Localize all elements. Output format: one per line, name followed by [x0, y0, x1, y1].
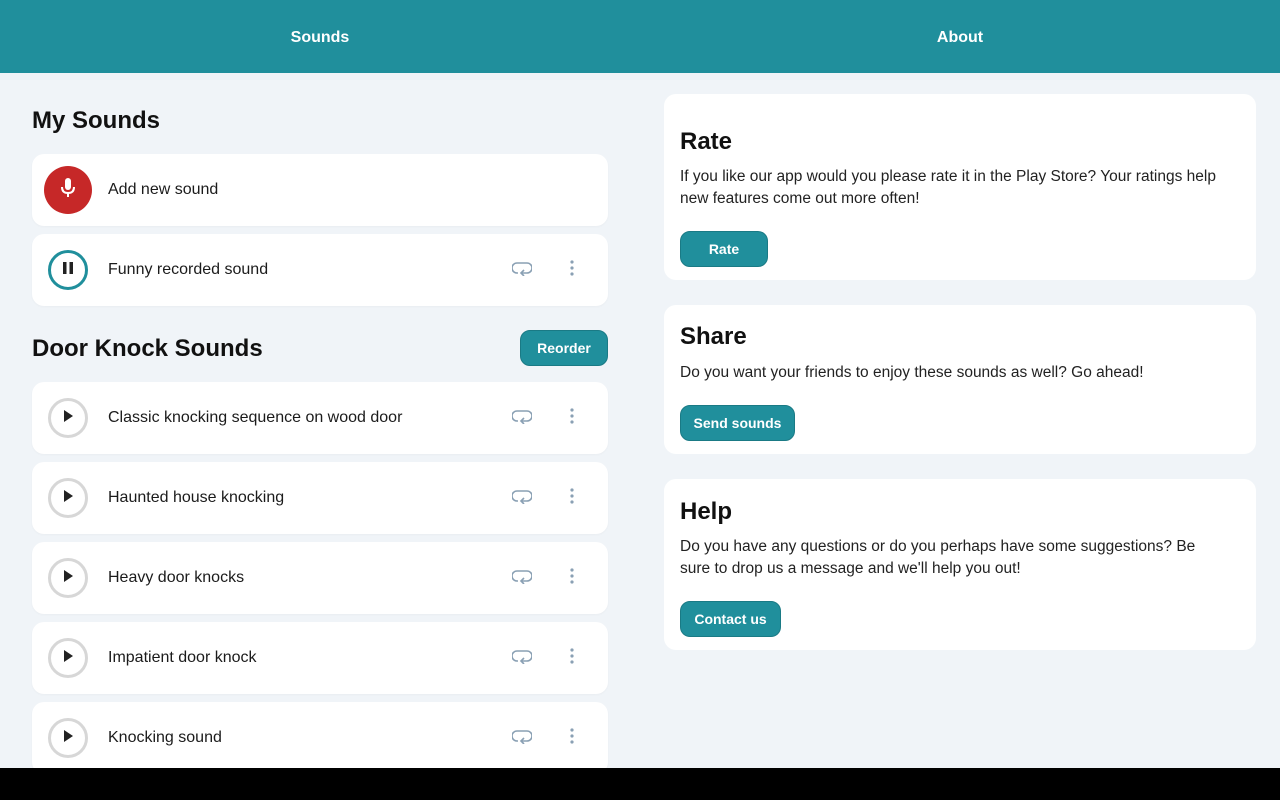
pause-icon: [61, 261, 75, 280]
loop-button[interactable]: [510, 566, 534, 590]
more-options-button[interactable]: [560, 486, 584, 510]
reorder-button[interactable]: Reorder: [520, 330, 608, 366]
loop-icon: [511, 408, 533, 429]
more-vertical-icon: [570, 259, 574, 281]
rate-button[interactable]: Rate: [680, 231, 768, 267]
more-options-button[interactable]: [560, 726, 584, 750]
rate-text: If you like our app would you please rat…: [680, 168, 1216, 207]
my-sounds-title: My Sounds: [32, 107, 161, 134]
loop-button[interactable]: [510, 646, 534, 670]
list-item[interactable]: Knocking sound: [32, 702, 608, 774]
loop-button[interactable]: [510, 486, 534, 510]
loop-button[interactable]: [510, 406, 534, 430]
play-icon: [61, 489, 75, 508]
loop-icon: [511, 488, 533, 509]
sound-label: Heavy door knocks: [108, 569, 245, 586]
send-sounds-button[interactable]: Send sounds: [680, 405, 795, 441]
play-icon: [61, 409, 75, 428]
tab-about[interactable]: About: [640, 0, 1280, 73]
rate-title: Rate: [680, 128, 733, 155]
door-knock-title: Door Knock Sounds: [32, 335, 263, 362]
more-vertical-icon: [570, 407, 574, 429]
play-icon: [61, 729, 75, 748]
sound-label: Haunted house knocking: [108, 489, 285, 506]
more-options-button[interactable]: [560, 566, 584, 590]
help-title: Help: [680, 498, 733, 525]
more-vertical-icon: [570, 727, 574, 749]
loop-icon: [511, 260, 533, 281]
loop-button[interactable]: [510, 726, 534, 750]
list-item[interactable]: Classic knocking sequence on wood door: [32, 382, 608, 454]
list-item[interactable]: Impatient door knock: [32, 622, 608, 694]
pause-button[interactable]: [48, 250, 88, 290]
top-tab-bar: Sounds About: [0, 0, 1280, 73]
sound-label: Knocking sound: [108, 729, 222, 746]
sound-label: Classic knocking sequence on wood door: [108, 409, 403, 426]
list-item[interactable]: Heavy door knocks: [32, 542, 608, 614]
more-vertical-icon: [570, 647, 574, 669]
play-button[interactable]: [48, 398, 88, 438]
sound-label: Funny recorded sound: [108, 261, 269, 278]
loop-button[interactable]: [510, 258, 534, 282]
sound-label: Impatient door knock: [108, 649, 257, 666]
help-card: Help Do you have any questions or do you…: [664, 479, 1256, 650]
loop-icon: [511, 568, 533, 589]
record-button[interactable]: [44, 166, 92, 214]
more-options-button[interactable]: [560, 406, 584, 430]
loop-icon: [511, 648, 533, 669]
list-item[interactable]: Haunted house knocking: [32, 462, 608, 534]
microphone-icon: [58, 177, 78, 204]
add-new-sound-label: Add new sound: [108, 181, 219, 198]
more-options-button[interactable]: [560, 646, 584, 670]
contact-us-button[interactable]: Contact us: [680, 601, 781, 637]
play-button[interactable]: [48, 558, 88, 598]
rate-card: Rate If you like our app would you pleas…: [664, 94, 1256, 280]
play-button[interactable]: [48, 638, 88, 678]
play-button[interactable]: [48, 718, 88, 758]
loop-icon: [511, 728, 533, 749]
play-icon: [61, 569, 75, 588]
list-item[interactable]: Funny recorded sound: [32, 234, 608, 306]
play-button[interactable]: [48, 478, 88, 518]
help-text: Do you have any questions or do you perh…: [680, 538, 1196, 577]
share-text: Do you want your friends to enjoy these …: [680, 364, 1144, 381]
more-vertical-icon: [570, 567, 574, 589]
tab-sounds[interactable]: Sounds: [0, 0, 640, 73]
system-navigation-bar: [0, 768, 1280, 800]
more-options-button[interactable]: [560, 258, 584, 282]
play-icon: [61, 649, 75, 668]
share-card: Share Do you want your friends to enjoy …: [664, 305, 1256, 454]
more-vertical-icon: [570, 487, 574, 509]
add-new-sound-row[interactable]: Add new sound: [32, 154, 608, 226]
share-title: Share: [680, 323, 747, 350]
